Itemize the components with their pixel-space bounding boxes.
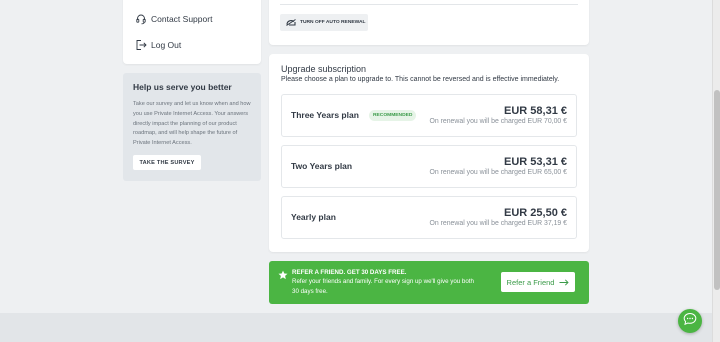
chat-button[interactable] [678,309,702,333]
subscription-card: TURN OFF AUTO RENEWAL [269,0,589,45]
turn-off-auto-renewal-label: TURN OFF AUTO RENEWAL [300,20,366,25]
plan-price: EUR 25,50 € [504,207,567,219]
footer [0,313,712,342]
refer-title: REFER A FRIEND. GET 30 DAYS FREE. [292,269,407,276]
plan-renewal-price: On renewal you will be charged EUR 37,19… [429,220,567,227]
menu-item-label: Log Out [151,40,182,50]
plan-renewal-price: On renewal you will be charged EUR 65,00… [429,169,567,176]
upgrade-subscription-card: Upgrade subscription Please choose a pla… [269,54,589,252]
upgrade-title: Upgrade subscription [281,64,367,74]
plan-name: Three Years plan [291,110,359,120]
menu-item-contact-support[interactable]: Contact Support [135,13,212,25]
turn-off-auto-renewal-button[interactable]: TURN OFF AUTO RENEWAL [280,14,368,31]
refer-a-friend-button[interactable]: Refer a Friend [501,272,575,292]
recommended-badge: RECOMMENDED [369,110,417,121]
plan-name: Two Years plan [291,161,353,171]
plan-renewal-price: On renewal you will be charged EUR 70,00… [429,118,567,125]
refer-a-friend-banner: REFER A FRIEND. GET 30 DAYS FREE. Refer … [269,261,589,304]
scrollbar[interactable] [712,0,720,342]
star-icon [278,267,288,285]
renewal-off-icon [286,19,296,26]
plan-option-yearly[interactable]: Yearly plan EUR 25,50 € On renewal you w… [281,196,577,239]
menu-item-log-out[interactable]: Log Out [135,39,181,51]
chat-bubble-icon [683,312,697,331]
survey-description: Take our survey and let us know when and… [133,101,251,147]
scrollbar-thumb[interactable] [714,90,720,290]
plan-price: EUR 53,31 € [504,156,567,168]
plan-option-three-years[interactable]: Three Years plan RECOMMENDED EUR 58,31 €… [281,94,577,137]
logout-icon [135,39,147,51]
plan-option-two-years[interactable]: Two Years plan EUR 53,31 € On renewal yo… [281,145,577,188]
refer-button-label: Refer a Friend [506,277,555,287]
upgrade-subtitle: Please choose a plan to upgrade to. This… [281,76,560,83]
refer-description: Refer your friends and family. For every… [292,278,474,295]
divider [280,4,578,5]
account-menu: Contact Support Log Out [123,0,261,64]
menu-item-label: Contact Support [151,14,213,24]
survey-panel: Help us serve you better Take our survey… [123,73,261,181]
arrow-right-icon [559,278,570,286]
survey-title: Help us serve you better [133,82,232,92]
plan-price: EUR 58,31 € [504,105,567,117]
headset-icon [135,13,147,25]
take-survey-button[interactable]: TAKE THE SURVEY [133,155,201,170]
plan-name: Yearly plan [291,212,336,222]
